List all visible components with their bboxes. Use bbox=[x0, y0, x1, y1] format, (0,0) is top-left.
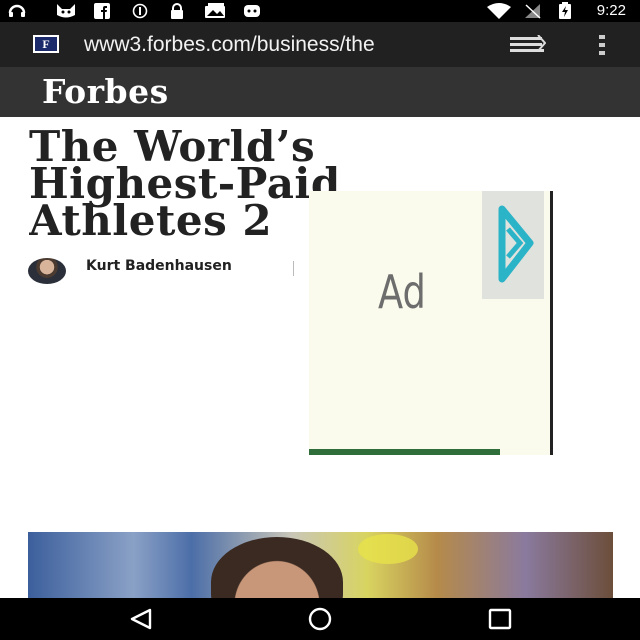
url-field[interactable]: www3.forbes.com/business/the bbox=[84, 32, 478, 58]
tabs-icon[interactable] bbox=[508, 34, 547, 55]
facebook-icon bbox=[93, 3, 111, 19]
ad-banner[interactable]: Ad bbox=[309, 191, 553, 455]
author-divider bbox=[293, 261, 294, 276]
headset-icon bbox=[8, 3, 26, 19]
article-hero-image bbox=[28, 532, 613, 598]
lock-icon bbox=[168, 3, 186, 19]
wifi-icon bbox=[486, 3, 512, 19]
navigation-bar bbox=[0, 598, 640, 640]
ad-choices-icon[interactable] bbox=[482, 191, 544, 299]
ad-label: Ad bbox=[378, 265, 426, 319]
battery-icon bbox=[557, 2, 573, 19]
android-icon bbox=[243, 3, 261, 19]
ad-bottom-bar bbox=[309, 449, 500, 455]
home-icon[interactable] bbox=[307, 607, 333, 631]
status-time: 9:22 bbox=[596, 2, 626, 19]
author-avatar[interactable] bbox=[28, 258, 66, 284]
site-header: Forbes bbox=[0, 67, 640, 117]
photo-icon bbox=[204, 3, 228, 19]
cat-icon bbox=[54, 3, 78, 19]
signal-icon bbox=[524, 3, 542, 19]
stop-icon bbox=[131, 3, 149, 19]
recents-icon[interactable] bbox=[487, 607, 513, 631]
browser-toolbar: F www3.forbes.com/business/the bbox=[0, 22, 640, 67]
overflow-menu-icon[interactable] bbox=[595, 34, 609, 56]
forbes-logo[interactable]: Forbes bbox=[42, 72, 169, 111]
background-blur bbox=[358, 534, 418, 564]
athlete-photo bbox=[211, 537, 343, 598]
author-name[interactable]: Kurt Badenhausen bbox=[86, 258, 232, 274]
site-favicon: F bbox=[33, 35, 59, 53]
back-icon[interactable] bbox=[128, 607, 154, 631]
status-bar: 9:22 bbox=[0, 0, 640, 22]
